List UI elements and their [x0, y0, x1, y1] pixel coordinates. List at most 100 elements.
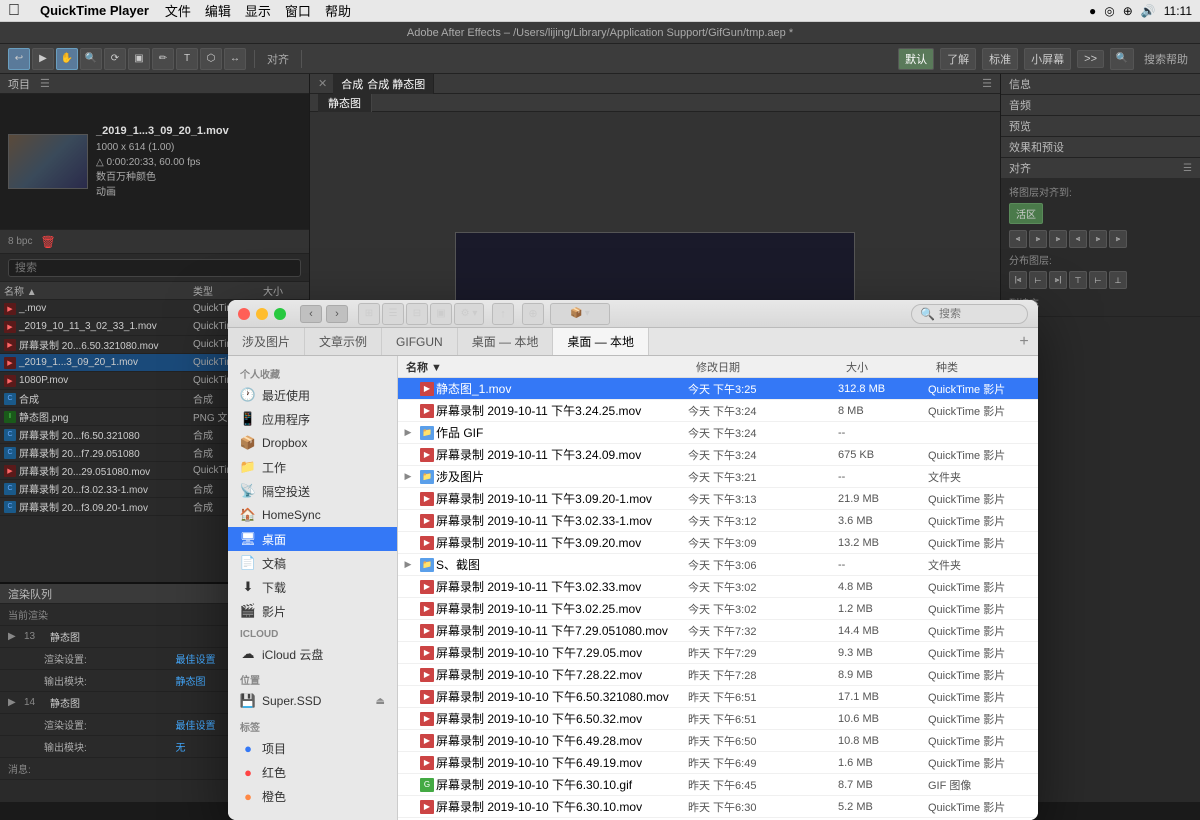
finder-back-btn[interactable]: ‹: [300, 305, 322, 323]
col-size[interactable]: 大小: [838, 356, 928, 377]
sidebar-tag-red[interactable]: ● 红色: [228, 760, 397, 784]
sidebar-item-desktop[interactable]: 🖥 桌面: [228, 527, 397, 551]
finder-file-row[interactable]: ▶ 屏幕录制 2019-10-10 下午6.50.32.mov 昨天 下午6:5…: [398, 708, 1038, 730]
col-name-header[interactable]: 名称 ▲: [0, 283, 189, 298]
finder-file-row[interactable]: ▶ 📁 S、截图 今天 下午3:06 -- 文件夹: [398, 554, 1038, 576]
btn-standard[interactable]: 标准: [982, 48, 1018, 70]
col-kind[interactable]: 种类: [928, 356, 1038, 377]
tool-rotate[interactable]: ⟳: [104, 48, 126, 70]
btn-learn[interactable]: 了解: [940, 48, 976, 70]
sidebar-item-recent[interactable]: 🕐 最近使用: [228, 383, 397, 407]
finder-file-row[interactable]: ▶ 屏幕录制 2019-10-10 下午7.29.05.mov 昨天 下午7:2…: [398, 642, 1038, 664]
tool-home[interactable]: ↩: [8, 48, 30, 70]
btn-default[interactable]: 默认: [898, 48, 934, 70]
align-top[interactable]: ⫷: [1069, 230, 1087, 248]
tool-shape[interactable]: ▣: [128, 48, 150, 70]
finder-file-row[interactable]: ▶ 屏幕录制 2019-10-11 下午3.09.20.mov 今天 下午3:0…: [398, 532, 1038, 554]
sidebar-item-homesync[interactable]: 🏠 HomeSync: [228, 503, 397, 527]
sidebar-item-work[interactable]: 📁 工作: [228, 455, 397, 479]
eject-icon[interactable]: ⏏: [376, 696, 385, 707]
dist-bottom[interactable]: ⊥: [1109, 271, 1127, 289]
align-center-v[interactable]: ⫸: [1089, 230, 1107, 248]
finder-file-row[interactable]: ▶ 静态图_1.mov 今天 下午3:25 312.8 MB QuickTime…: [398, 378, 1038, 400]
align-left[interactable]: ⫷: [1009, 230, 1027, 248]
dist-right[interactable]: ⫸|: [1049, 271, 1067, 289]
align-bottom[interactable]: ⫸: [1109, 230, 1127, 248]
finder-icon-view[interactable]: ⊞: [358, 303, 380, 325]
finder-column-view[interactable]: ⊟: [406, 303, 428, 325]
finder-action-btn[interactable]: ⚙ ▾: [454, 303, 484, 325]
finder-forward-btn[interactable]: ›: [326, 305, 348, 323]
project-search-input[interactable]: [8, 259, 301, 277]
finder-file-row[interactable]: G 屏幕录制 2019-10-10 下午6.30.10.gif 昨天 下午6:4…: [398, 774, 1038, 796]
finder-minimize-btn[interactable]: [256, 308, 268, 320]
finder-list-view[interactable]: ☰: [382, 303, 404, 325]
sidebar-item-dropbox[interactable]: 📦 Dropbox: [228, 431, 397, 455]
tool-pen[interactable]: ✏: [152, 48, 174, 70]
dist-center-h[interactable]: ⊢: [1029, 271, 1047, 289]
align-menu-icon[interactable]: ☰: [1183, 163, 1192, 174]
finder-tab-3[interactable]: 桌面 — 本地: [458, 328, 554, 355]
tool-hand[interactable]: ✋: [56, 48, 78, 70]
finder-tag-btn[interactable]: ⊕: [522, 303, 544, 325]
menu-edit[interactable]: 编辑: [205, 1, 231, 20]
finder-add-tab-btn[interactable]: +: [1010, 328, 1038, 355]
col-type-header[interactable]: 类型: [189, 283, 259, 298]
app-name[interactable]: QuickTime Player: [40, 3, 149, 18]
finder-tab-1[interactable]: 文章示例: [305, 328, 382, 355]
align-panel-header[interactable]: 对齐 ☰: [1001, 158, 1200, 178]
sidebar-item-apps[interactable]: 📱 应用程序: [228, 407, 397, 431]
tool-zoom[interactable]: 🔍: [80, 48, 102, 70]
finder-file-row[interactable]: ▶ 屏幕录制 2019-10-11 下午3.24.09.mov 今天 下午3:2…: [398, 444, 1038, 466]
sidebar-item-airdrop[interactable]: 📡 隔空投送: [228, 479, 397, 503]
comp-tab-main[interactable]: 合成 合成 静态图: [333, 74, 434, 94]
align-target-btn[interactable]: 活区: [1009, 203, 1043, 224]
info-panel-header[interactable]: 信息: [1001, 74, 1200, 94]
finder-search-input[interactable]: [939, 308, 1019, 320]
sidebar-item-movies[interactable]: 🎬 影片: [228, 599, 397, 623]
finder-file-row[interactable]: ▶ 屏幕录制 2019-10-10 下午6.30.10.mov 昨天 下午6:3…: [398, 796, 1038, 818]
menu-window[interactable]: 窗口: [285, 1, 311, 20]
finder-file-row[interactable]: ▶ 📁 作品 GIF 今天 下午3:24 --: [398, 422, 1038, 444]
effects-panel-header[interactable]: 效果和预设: [1001, 137, 1200, 157]
finder-file-row[interactable]: ▶ 屏幕录制 2019-10-11 下午3.09.20-1.mov 今天 下午3…: [398, 488, 1038, 510]
finder-file-row[interactable]: ▶ 📁 涉及图片 今天 下午3:21 -- 文件夹: [398, 466, 1038, 488]
btn-more[interactable]: >>: [1077, 50, 1104, 68]
finder-file-row[interactable]: ▶ 屏幕录制 2019-10-11 下午7.29.051080.mov 今天 下…: [398, 620, 1038, 642]
finder-close-btn[interactable]: [238, 308, 250, 320]
finder-file-row[interactable]: ▶ 屏幕录制 2019-10-11 下午3.24.25.mov 今天 下午3:2…: [398, 400, 1038, 422]
comp-menu[interactable]: ☰: [982, 77, 992, 90]
finder-file-row[interactable]: ▶ 屏幕录制 2019-10-11 下午3.02.33-1.mov 今天 下午3…: [398, 510, 1038, 532]
tool-play[interactable]: ▶: [32, 48, 54, 70]
col-size-header[interactable]: 大小: [259, 283, 309, 298]
audio-panel-header[interactable]: 音频: [1001, 95, 1200, 115]
col-name[interactable]: 名称 ▼: [398, 356, 688, 377]
finder-maximize-btn[interactable]: [274, 308, 286, 320]
menu-file[interactable]: 文件: [165, 1, 191, 20]
finder-tab-0[interactable]: 涉及图片: [228, 328, 305, 355]
finder-share-btn[interactable]: ↑: [492, 303, 514, 325]
dist-center-v[interactable]: ⊢: [1089, 271, 1107, 289]
finder-tab-4[interactable]: 桌面 — 本地: [553, 328, 649, 355]
tool-text[interactable]: T: [176, 48, 198, 70]
comp-view-tab[interactable]: 静态图: [318, 94, 372, 112]
finder-gallery-view[interactable]: ▣: [430, 303, 452, 325]
project-menu-icon[interactable]: ☰: [40, 77, 50, 90]
tool-brush[interactable]: ⬡: [200, 48, 222, 70]
dist-top[interactable]: ⊤: [1069, 271, 1087, 289]
sidebar-item-downloads[interactable]: ⬇ 下载: [228, 575, 397, 599]
sidebar-tag-project[interactable]: ● 项目: [228, 736, 397, 760]
menu-view[interactable]: 显示: [245, 1, 271, 20]
finder-dropbox-btn[interactable]: 📦 ▾: [550, 303, 610, 325]
finder-file-row[interactable]: ▶ 屏幕录制 2019-10-11 下午3.02.25.mov 今天 下午3:0…: [398, 598, 1038, 620]
menu-help[interactable]: 帮助: [325, 1, 351, 20]
dist-left[interactable]: |⫷: [1009, 271, 1027, 289]
finder-file-row[interactable]: ▶ 屏幕录制 2019-10-10 下午6.50.321080.mov 昨天 下…: [398, 686, 1038, 708]
comp-close[interactable]: ✕: [318, 77, 327, 90]
sidebar-tag-orange[interactable]: ● 橙色: [228, 784, 397, 808]
finder-file-row[interactable]: ▶ 屏幕录制 2019-10-10 下午6.49.19.mov 昨天 下午6:4…: [398, 752, 1038, 774]
sidebar-item-superssd[interactable]: 💾 Super.SSD ⏏: [228, 689, 397, 713]
preview-panel-header[interactable]: 预览: [1001, 116, 1200, 136]
align-right[interactable]: ⫸: [1049, 230, 1067, 248]
search-icon[interactable]: 🔍: [1110, 48, 1134, 70]
